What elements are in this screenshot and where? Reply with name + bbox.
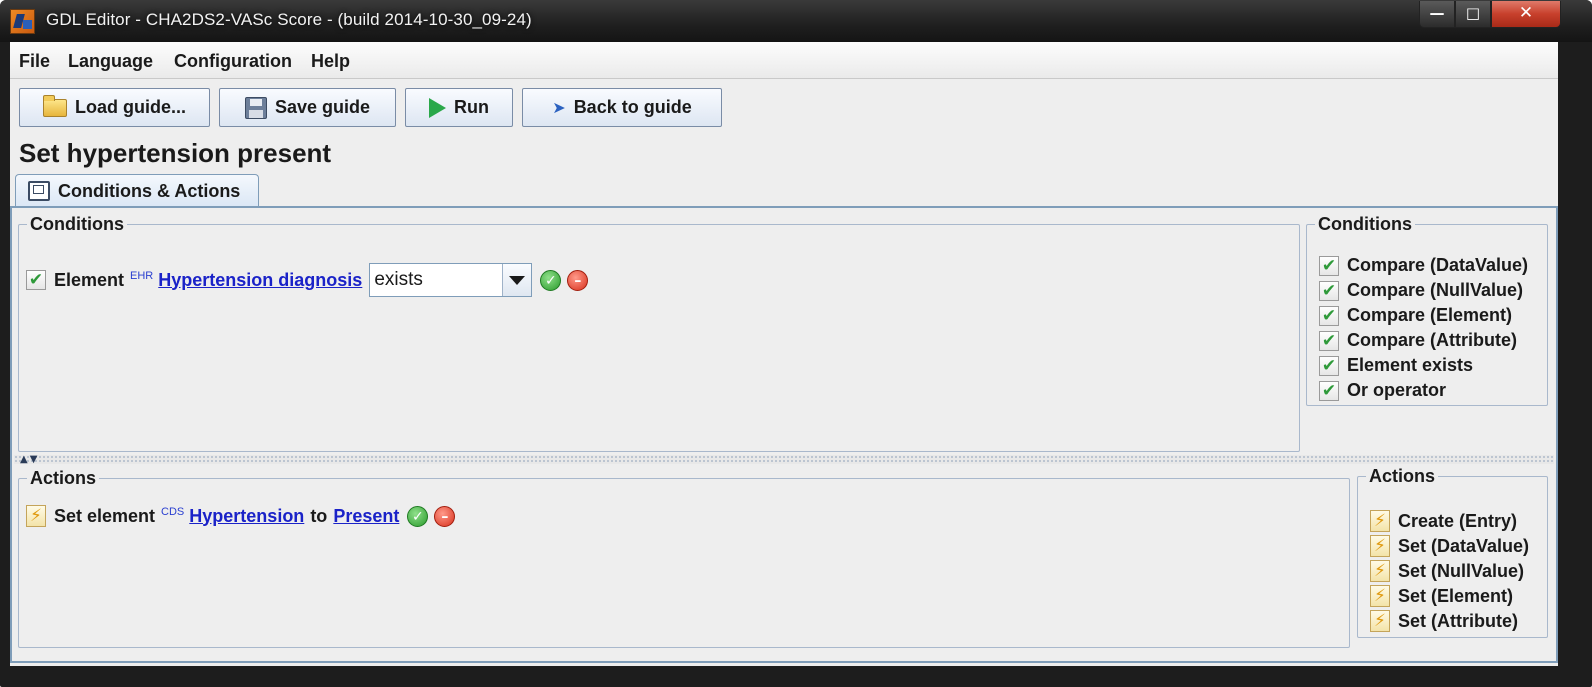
palette-item-label: Set (Element) xyxy=(1398,585,1514,606)
actions-group: Actions ⚡ Set element CDS Hypertension t… xyxy=(18,468,1350,648)
window-title: GDL Editor - CHA2DS2-VASc Score - (build… xyxy=(46,10,532,29)
conditions-group: Conditions ✔ Element EHR Hypertension di… xyxy=(18,214,1300,452)
load-guide-label: Load guide... xyxy=(75,97,186,117)
red-minus-circle-icon[interactable]: – xyxy=(434,505,456,527)
palette-item-label: Create (Entry) xyxy=(1398,510,1518,531)
palette-item-label: Compare (Attribute) xyxy=(1347,330,1517,350)
palette-create-entry[interactable]: ⚡ Create (Entry) xyxy=(1370,510,1517,532)
gdl-app-icon xyxy=(10,9,35,34)
condition-row[interactable]: ✔ Element EHR Hypertension diagnosis exi… xyxy=(26,263,589,297)
condition-source-tag: EHR xyxy=(130,270,154,282)
tab-conditions-actions[interactable]: Conditions & Actions xyxy=(15,174,259,207)
lightning-icon: ⚡ xyxy=(1370,535,1390,557)
menu-language[interactable]: Language xyxy=(68,51,153,72)
lightning-icon: ⚡ xyxy=(1370,560,1390,582)
action-element-link[interactable]: Hypertension xyxy=(189,506,304,527)
palette-element-exists[interactable]: ✔ Element exists xyxy=(1319,355,1473,376)
checkmark-icon: ✔ xyxy=(1319,330,1339,351)
actions-palette-legend: Actions xyxy=(1369,466,1436,486)
save-guide-button[interactable]: Save guide xyxy=(219,88,396,127)
menu-file[interactable]: File xyxy=(19,51,50,72)
title-bar[interactable]: GDL Editor - CHA2DS2-VASc Score - (build… xyxy=(0,0,1592,42)
actions-palette: Actions ⚡ Create (Entry) ⚡ Set (DataValue)… xyxy=(1357,466,1548,638)
green-check-circle-icon[interactable]: ✓ xyxy=(407,505,429,527)
play-icon xyxy=(429,97,446,118)
tab-panel: Conditions ✔ Element EHR Hypertension di… xyxy=(10,206,1558,663)
menu-help[interactable]: Help xyxy=(311,51,350,72)
action-connector: to xyxy=(310,505,328,526)
palette-item-label: Or operator xyxy=(1347,380,1447,400)
run-button[interactable]: Run xyxy=(405,88,513,127)
condition-element-link[interactable]: Hypertension diagnosis xyxy=(158,270,362,291)
actions-legend: Actions xyxy=(30,468,97,488)
palette-item-label: Compare (DataValue) xyxy=(1347,255,1529,275)
checkmark-icon: ✔ xyxy=(1319,355,1339,376)
palette-set-element[interactable]: ⚡ Set (Element) xyxy=(1370,585,1513,607)
tab-label: Conditions & Actions xyxy=(58,180,241,201)
palette-item-label: Compare (Element) xyxy=(1347,305,1513,325)
back-to-guide-button[interactable]: ➤ Back to guide xyxy=(522,88,722,127)
collapse-arrows-icon[interactable]: ▲▼ xyxy=(20,454,39,465)
action-row[interactable]: ⚡ Set element CDS Hypertension to Presen… xyxy=(26,505,456,527)
app-window: GDL Editor - CHA2DS2-VASc Score - (build… xyxy=(0,0,1592,687)
load-guide-button[interactable]: Load guide... xyxy=(19,88,210,127)
palette-compare-datavalue[interactable]: ✔ Compare (DataValue) xyxy=(1319,255,1528,276)
red-minus-circle-icon[interactable]: – xyxy=(567,269,589,291)
palette-compare-element[interactable]: ✔ Compare (Element) xyxy=(1319,305,1512,326)
condition-operator-value: exists xyxy=(374,269,423,290)
back-arrow-icon: ➤ xyxy=(552,98,566,117)
checkmark-icon: ✔ xyxy=(1319,280,1339,301)
close-button[interactable]: ✕ xyxy=(1491,1,1561,28)
lightning-icon: ⚡ xyxy=(1370,510,1390,532)
client-area: File Language Configuration Help Load gu… xyxy=(10,42,1558,666)
split-pane-divider[interactable]: ▲▼ xyxy=(14,454,1554,465)
floppy-disk-icon xyxy=(244,96,267,119)
checkmark-icon: ✔ xyxy=(26,270,46,290)
action-source-tag: CDS xyxy=(161,506,185,518)
condition-operator-select[interactable]: exists xyxy=(369,263,533,297)
folder-icon xyxy=(43,94,67,117)
lightning-icon: ⚡ xyxy=(1370,585,1390,607)
maximize-button[interactable]: □ xyxy=(1455,1,1491,28)
maximize-icon: □ xyxy=(1465,4,1481,22)
checkmark-icon: ✔ xyxy=(1319,305,1339,326)
checkmark-icon: ✔ xyxy=(1319,380,1339,401)
green-check-circle-icon[interactable]: ✓ xyxy=(540,269,562,291)
lightning-icon: ⚡ xyxy=(1370,610,1390,632)
palette-item-label: Set (NullValue) xyxy=(1398,560,1525,581)
minimize-icon: — xyxy=(1429,4,1445,22)
save-guide-label: Save guide xyxy=(274,97,371,117)
checkmark-icon: ✔ xyxy=(1319,255,1339,276)
chevron-down-icon[interactable] xyxy=(502,264,532,296)
run-label: Run xyxy=(454,97,489,117)
palette-compare-attribute[interactable]: ✔ Compare (Attribute) xyxy=(1319,330,1517,351)
action-prefix: Set element xyxy=(54,505,156,526)
palette-item-label: Set (DataValue) xyxy=(1398,535,1530,556)
conditions-legend: Conditions xyxy=(30,214,124,234)
conditions-palette-legend: Conditions xyxy=(1318,214,1412,234)
condition-prefix: Element xyxy=(54,269,125,290)
menu-bar: File Language Configuration Help xyxy=(10,42,1558,79)
palette-item-label: Set (Attribute) xyxy=(1398,610,1518,631)
palette-compare-nullvalue[interactable]: ✔ Compare (NullValue) xyxy=(1319,280,1523,301)
palette-item-label: Element exists xyxy=(1347,355,1474,375)
palette-set-attribute[interactable]: ⚡ Set (Attribute) xyxy=(1370,610,1518,632)
minimize-button[interactable]: — xyxy=(1419,1,1455,28)
back-to-guide-label: Back to guide xyxy=(573,97,692,117)
action-value-link[interactable]: Present xyxy=(333,506,399,527)
page-title: Set hypertension present xyxy=(19,138,332,168)
palette-or-operator[interactable]: ✔ Or operator xyxy=(1319,380,1446,401)
palette-set-datavalue[interactable]: ⚡ Set (DataValue) xyxy=(1370,535,1529,557)
palette-set-nullvalue[interactable]: ⚡ Set (NullValue) xyxy=(1370,560,1524,582)
close-icon: ✕ xyxy=(1518,3,1534,23)
lightning-icon: ⚡ xyxy=(26,505,46,527)
menu-configuration[interactable]: Configuration xyxy=(174,51,292,72)
conditions-palette: Conditions ✔ Compare (DataValue) ✔ Compare… xyxy=(1306,214,1548,406)
palette-item-label: Compare (NullValue) xyxy=(1347,280,1524,300)
rule-icon xyxy=(28,181,50,201)
